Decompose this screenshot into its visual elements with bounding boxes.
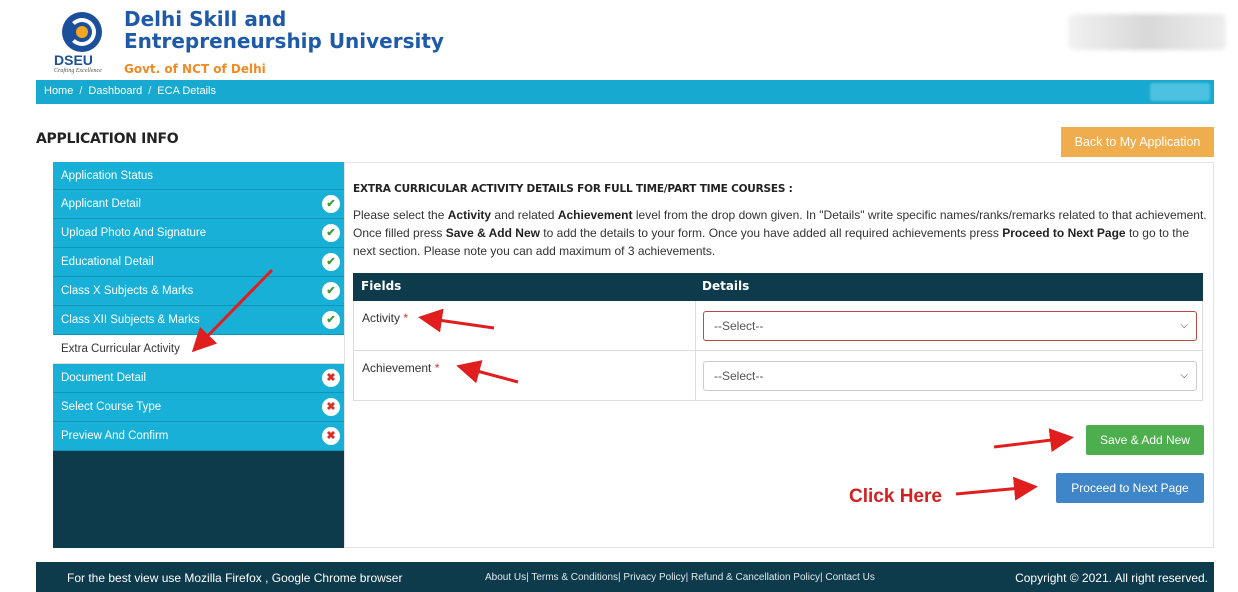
instructions-bold: Save & Add New [445, 226, 540, 240]
activity-label: Activity * [362, 311, 408, 325]
sidebar-item-extra-curricular[interactable]: Extra Curricular Activity [53, 335, 344, 364]
breadcrumb-home[interactable]: Home [44, 85, 73, 97]
select-value: --Select-- [714, 319, 764, 333]
footer-links[interactable]: About Us| Terms & Conditions| Privacy Po… [485, 572, 875, 583]
x-circle-icon: ✖ [322, 398, 340, 416]
breadcrumb-action-blurred[interactable] [1150, 83, 1210, 101]
achievement-select[interactable]: --Select-- ⌵ [703, 361, 1197, 391]
table-row-activity: Activity * --Select-- ⌵ [353, 301, 1203, 351]
main-panel: EXTRA CURRICULAR ACTIVITY DETAILS FOR FU… [344, 162, 1214, 548]
required-marker: * [434, 361, 440, 375]
check-circle-icon: ✔ [322, 195, 340, 213]
x-circle-icon: ✖ [322, 369, 340, 387]
instructions: Please select the Activity and related A… [353, 206, 1207, 260]
sidebar: Application Status Applicant Detail ✔ Up… [53, 162, 344, 548]
sidebar-item-label: Select Course Type [61, 401, 162, 413]
instructions-bold: Achievement [557, 208, 633, 222]
instructions-bold: Activity [447, 208, 492, 222]
required-marker: * [403, 311, 409, 325]
logo-dot [76, 26, 88, 38]
sidebar-item-label: Upload Photo And Signature [61, 227, 207, 239]
sidebar-item-document-detail[interactable]: Document Detail ✖ [53, 364, 344, 393]
user-menu-blurred[interactable] [1068, 14, 1226, 50]
university-logo[interactable]: DSEU Crafting Excellence [54, 8, 124, 78]
university-name: Delhi Skill and Entrepreneurship Univers… [124, 8, 444, 52]
footer-browser-note: For the best view use Mozilla Firefox , … [67, 571, 403, 585]
sidebar-item-label: Educational Detail [61, 256, 154, 268]
proceed-next-button[interactable]: Proceed to Next Page [1056, 473, 1204, 503]
footer: For the best view use Mozilla Firefox , … [36, 562, 1214, 592]
sidebar-item-label: Applicant Detail [61, 198, 141, 210]
university-subtitle: Govt. of NCT of Delhi [124, 62, 266, 76]
sidebar-item-label: Class XII Subjects & Marks [61, 314, 200, 326]
x-circle-icon: ✖ [322, 427, 340, 445]
university-name-line2: Entrepreneurship University [124, 29, 444, 53]
breadcrumb-separator: / [148, 85, 152, 97]
click-here-annotation: Click Here [849, 486, 942, 507]
sidebar-item-label: Document Detail [61, 372, 147, 384]
check-circle-icon: ✔ [322, 282, 340, 300]
table-row-achievement: Achievement * --Select-- ⌵ [353, 351, 1203, 401]
activity-select[interactable]: --Select-- ⌵ [703, 311, 1197, 341]
chevron-down-icon: ⌵ [1180, 320, 1188, 331]
sidebar-item-preview-confirm[interactable]: Preview And Confirm ✖ [53, 422, 344, 451]
breadcrumb-bar: Home / Dashboard / ECA Details [36, 80, 1214, 104]
logo-tagline: Crafting Excellence [54, 68, 102, 74]
logo-text: DSEU [54, 52, 93, 68]
instructions-text: Please select the [353, 208, 448, 222]
footer-copyright: Copyright © 2021. All right reserved. [1015, 571, 1208, 585]
sidebar-item-class-xii[interactable]: Class XII Subjects & Marks ✔ [53, 306, 344, 335]
cell-divider [695, 301, 696, 351]
breadcrumb-current: ECA Details [157, 85, 216, 97]
save-add-new-button[interactable]: Save & Add New [1086, 425, 1204, 455]
sidebar-item-application-status[interactable]: Application Status [53, 162, 344, 190]
sidebar-item-class-x[interactable]: Class X Subjects & Marks ✔ [53, 277, 344, 306]
back-to-application-button[interactable]: Back to My Application [1061, 127, 1214, 157]
column-header-fields: Fields [361, 279, 402, 293]
table-header: Fields Details [353, 273, 1203, 301]
field-label: Achievement [362, 361, 432, 375]
sidebar-item-educational-detail[interactable]: Educational Detail ✔ [53, 248, 344, 277]
sidebar-item-label: Extra Curricular Activity [61, 343, 180, 355]
chevron-down-icon: ⌵ [1180, 370, 1188, 381]
sidebar-item-label: Application Status [61, 170, 154, 182]
check-circle-icon: ✔ [322, 311, 340, 329]
sidebar-item-applicant-detail[interactable]: Applicant Detail ✔ [53, 190, 344, 219]
section-title: EXTRA CURRICULAR ACTIVITY DETAILS FOR FU… [353, 183, 793, 195]
field-label: Activity [362, 311, 401, 325]
page-title: APPLICATION INFO [36, 131, 179, 147]
sidebar-item-select-course-type[interactable]: Select Course Type ✖ [53, 393, 344, 422]
check-circle-icon: ✔ [322, 253, 340, 271]
breadcrumb-dashboard[interactable]: Dashboard [88, 85, 142, 97]
header: DSEU Crafting Excellence Delhi Skill and… [0, 0, 1238, 80]
sidebar-item-label: Class X Subjects & Marks [61, 285, 194, 297]
university-name-line1: Delhi Skill and [124, 7, 287, 31]
check-circle-icon: ✔ [322, 224, 340, 242]
sidebar-item-upload-photo[interactable]: Upload Photo And Signature ✔ [53, 219, 344, 248]
breadcrumb-separator: / [79, 85, 83, 97]
instructions-bold: Proceed to Next Page [1002, 226, 1126, 240]
instructions-text: to add the details to your form. Once yo… [539, 226, 1003, 240]
cell-divider [695, 351, 696, 401]
sidebar-item-label: Preview And Confirm [61, 430, 169, 442]
column-header-details: Details [702, 279, 750, 293]
page: DSEU Crafting Excellence Delhi Skill and… [0, 0, 1238, 592]
breadcrumb: Home / Dashboard / ECA Details [44, 85, 216, 97]
select-value: --Select-- [714, 369, 764, 383]
achievement-label: Achievement * [362, 361, 439, 375]
instructions-text: and related [491, 208, 558, 222]
